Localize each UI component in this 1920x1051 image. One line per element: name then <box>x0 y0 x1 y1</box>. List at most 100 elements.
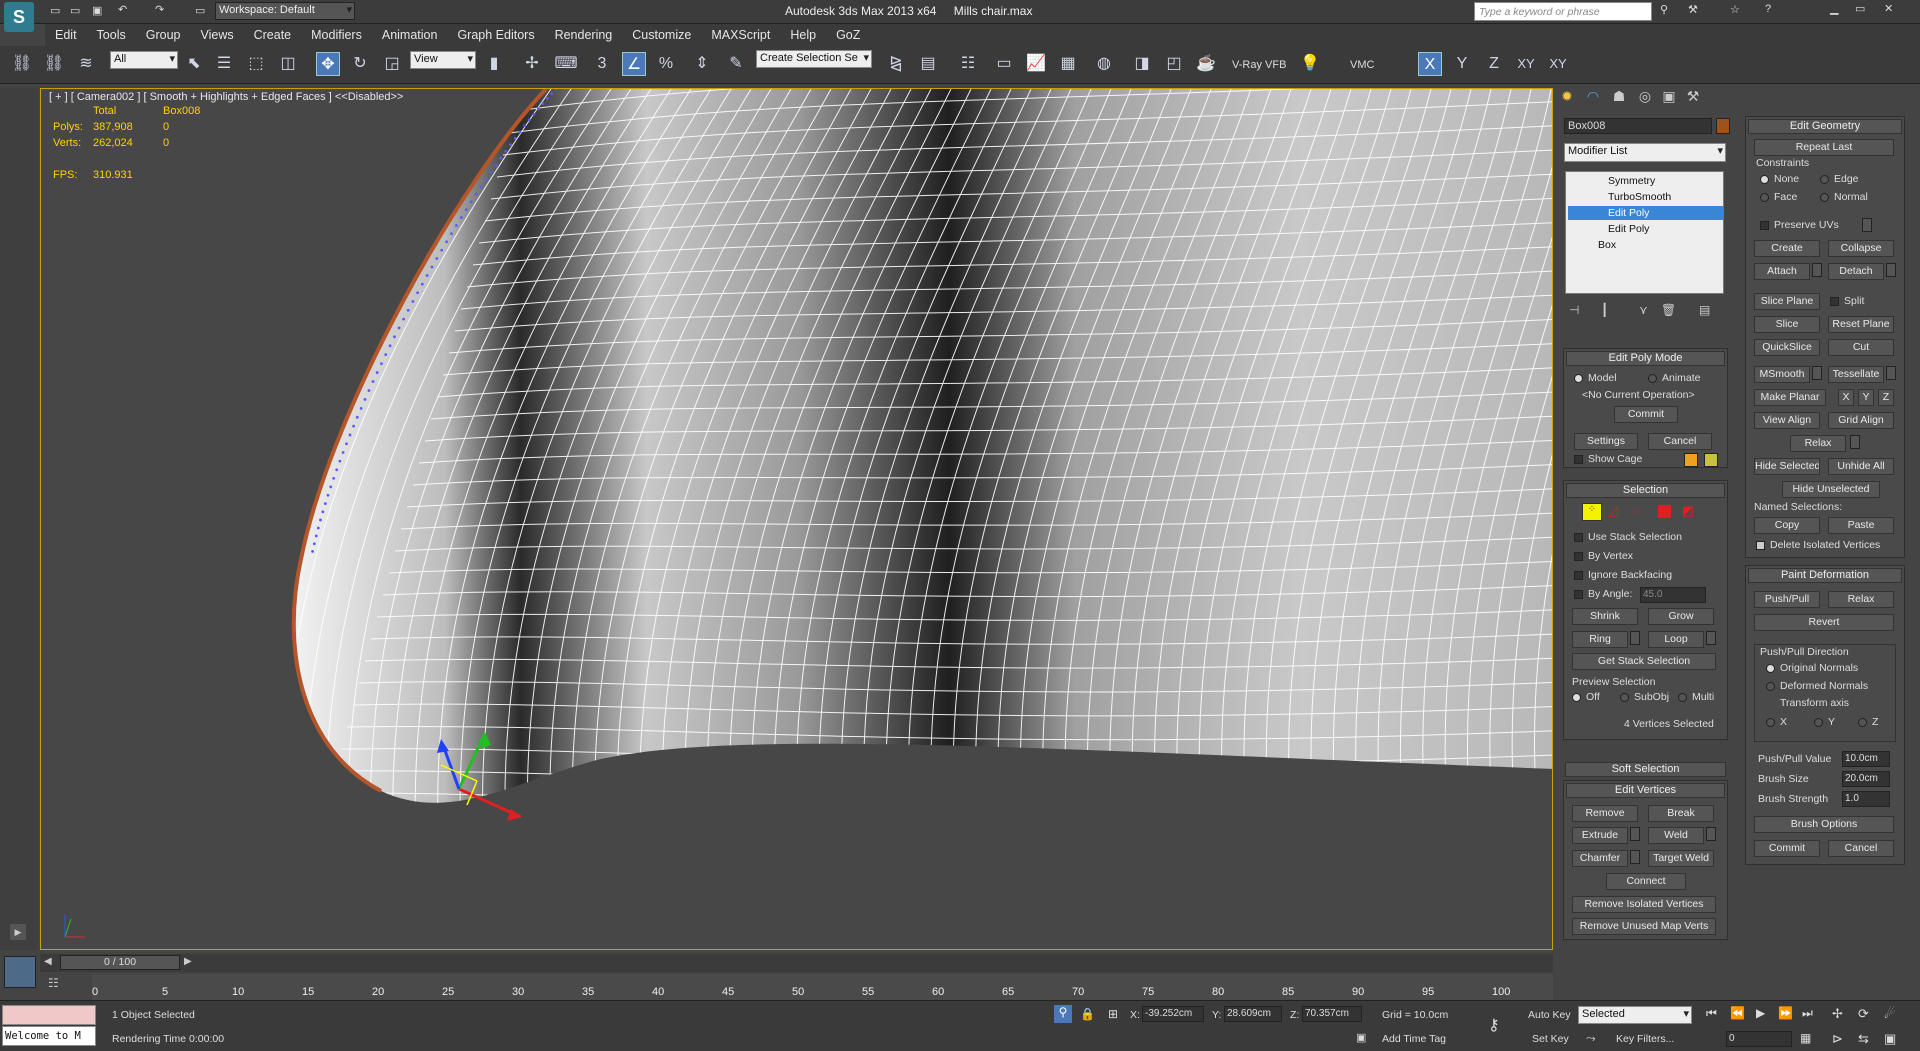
app-logo-icon[interactable]: S <box>4 2 34 32</box>
ignore-backfacing-checkbox[interactable] <box>1574 571 1583 580</box>
named-selection-dropdown[interactable]: Create Selection Se <box>756 50 872 68</box>
border-level-icon[interactable]: ◌ <box>1632 503 1650 521</box>
preview-subobj-radio[interactable] <box>1620 693 1629 702</box>
split-checkbox[interactable] <box>1830 297 1839 306</box>
remove-isolated-vertices-button[interactable]: Remove Isolated Vertices <box>1572 896 1716 913</box>
close-icon[interactable]: ✕ <box>1884 2 1893 15</box>
detach-settings-button[interactable] <box>1886 263 1896 277</box>
view-align-button[interactable]: View Align <box>1754 412 1820 429</box>
remove-unused-map-verts-button[interactable]: Remove Unused Map Verts <box>1572 918 1716 935</box>
brush-size-spinner[interactable]: 20.0cm <box>1842 771 1890 787</box>
hierarchy-tab-icon[interactable]: ☗ <box>1608 88 1630 108</box>
select-manipulate-icon[interactable]: ✢ <box>520 52 544 76</box>
planar-z-button[interactable]: Z <box>1878 389 1894 406</box>
revert-button[interactable]: Revert <box>1754 614 1894 631</box>
graphite-ribbon-icon[interactable]: ▭ <box>992 52 1016 76</box>
help-icon[interactable]: ? <box>1765 3 1771 15</box>
modify-tab-icon[interactable]: ◠ <box>1582 88 1604 108</box>
tessellate-settings-button[interactable] <box>1886 366 1896 380</box>
stack-item-edit-poly[interactable]: Edit Poly <box>1568 222 1723 236</box>
by-angle-checkbox[interactable] <box>1574 590 1583 599</box>
redo-icon[interactable]: ↷ <box>155 3 164 16</box>
use-stack-selection-checkbox[interactable] <box>1574 533 1583 542</box>
hide-selected-button[interactable]: Hide Selected <box>1754 458 1820 475</box>
maxscript-mini-listener[interactable]: Welcome to M <box>2 1026 96 1046</box>
viewport-camera[interactable]: [ + ] [ Camera002 ] [ Smooth + Highlight… <box>40 88 1553 950</box>
deformed-normals-radio[interactable] <box>1766 682 1775 691</box>
axis-constraint-xy[interactable]: XY <box>1514 52 1538 76</box>
menu-modifiers[interactable]: Modifiers <box>301 24 372 42</box>
select-by-name-icon[interactable]: ☰ <box>212 52 236 76</box>
planar-x-button[interactable]: X <box>1838 389 1854 406</box>
detach-button[interactable]: Detach <box>1828 263 1884 280</box>
paste-button[interactable]: Paste <box>1828 517 1894 534</box>
create-tab-icon[interactable]: ✹ <box>1556 88 1578 108</box>
commit-button[interactable]: Commit <box>1614 406 1678 423</box>
make-planar-button[interactable]: Make Planar <box>1754 389 1826 406</box>
shrink-button[interactable]: Shrink <box>1572 608 1638 625</box>
push-pull-value-spinner[interactable]: 10.0cm <box>1842 751 1890 767</box>
open-file-icon[interactable]: ▭ <box>70 4 80 17</box>
unlink-icon[interactable]: ⛓ <box>42 52 66 76</box>
connect-button[interactable]: Connect <box>1606 873 1686 890</box>
rotate-icon[interactable]: ↻ <box>348 52 372 76</box>
menu-customize[interactable]: Customize <box>622 24 701 42</box>
snap-toggle-icon[interactable]: 3 <box>590 52 614 76</box>
axis-y-radio[interactable] <box>1814 718 1823 727</box>
next-frame-icon[interactable]: ⏩ <box>1778 1006 1793 1020</box>
edit-named-selection-icon[interactable]: ✎ <box>724 52 748 76</box>
preserve-uvs-settings-button[interactable] <box>1862 218 1872 232</box>
polygon-level-icon[interactable] <box>1658 505 1671 518</box>
slice-button[interactable]: Slice <box>1754 316 1820 333</box>
axis-constraint-xy-cycle[interactable]: XY <box>1546 52 1570 76</box>
edge-level-icon[interactable]: ◿ <box>1608 503 1626 521</box>
weld-button[interactable]: Weld <box>1648 827 1704 844</box>
model-radio[interactable] <box>1574 374 1583 383</box>
workspace-dropdown[interactable]: Workspace: Default <box>215 2 355 20</box>
percent-snap-icon[interactable]: % <box>654 52 678 76</box>
light-bulb-icon[interactable]: 💡 <box>1298 52 1322 76</box>
edit-geometry-header[interactable]: Edit Geometry <box>1748 119 1902 134</box>
msmooth-settings-button[interactable] <box>1812 366 1822 380</box>
constraint-none-radio[interactable] <box>1760 175 1769 184</box>
goto-start-icon[interactable]: ⏮ <box>1706 1006 1717 1021</box>
mesh-render[interactable] <box>41 89 1553 950</box>
original-normals-radio[interactable] <box>1766 664 1775 673</box>
selection-filter-dropdown[interactable]: All <box>110 51 178 69</box>
modifier-list-dropdown[interactable]: Modifier List <box>1564 143 1726 162</box>
menu-maxscript[interactable]: MAXScript <box>701 24 780 42</box>
constraint-face-radio[interactable] <box>1760 193 1769 202</box>
loop-button[interactable]: Loop <box>1648 631 1704 648</box>
pivot-center-icon[interactable]: ▮ <box>482 52 506 76</box>
by-vertex-checkbox[interactable] <box>1574 552 1583 561</box>
show-end-result-icon[interactable]: ┃ <box>1601 303 1608 317</box>
menu-create[interactable]: Create <box>244 24 302 42</box>
menu-edit[interactable]: Edit <box>45 24 87 42</box>
maximize-viewport-icon[interactable]: ▣ <box>1884 1031 1896 1047</box>
paint-cancel-button[interactable]: Cancel <box>1828 840 1894 857</box>
brush-options-button[interactable]: Brush Options <box>1754 816 1894 833</box>
vray-vfb-button[interactable]: V-Ray VFB <box>1232 59 1286 71</box>
axis-constraint-z[interactable]: Z <box>1482 52 1506 76</box>
keyboard-shortcut-icon[interactable]: ⌨ <box>554 52 578 76</box>
axis-x-radio[interactable] <box>1766 718 1775 727</box>
axis-constraint-y[interactable]: Y <box>1450 52 1474 76</box>
walkthrough-icon[interactable]: ☄ <box>1884 1006 1896 1022</box>
collapse-button[interactable]: Collapse <box>1828 240 1894 257</box>
mini-listener[interactable] <box>4 956 36 988</box>
delete-isolated-vertices-checkbox[interactable] <box>1756 541 1765 550</box>
show-cage-checkbox[interactable] <box>1574 455 1583 464</box>
configure-sets-icon[interactable]: ▤ <box>1699 303 1710 317</box>
axis-z-radio[interactable] <box>1858 718 1867 727</box>
vertex-level-icon[interactable]: ⁘ <box>1582 503 1602 521</box>
stack-item-symmetry[interactable]: Symmetry <box>1568 174 1723 188</box>
extrude-button[interactable]: Extrude <box>1572 827 1628 844</box>
layer-manager-icon[interactable]: ☷ <box>956 52 980 76</box>
project-folder-icon[interactable]: ▭ <box>195 4 205 17</box>
menu-help[interactable]: Help <box>780 24 826 42</box>
key-filters-button[interactable]: Key Filters... <box>1616 1033 1674 1045</box>
target-weld-button[interactable]: Target Weld <box>1648 850 1714 867</box>
slice-plane-button[interactable]: Slice Plane <box>1754 293 1820 310</box>
render-setup-icon[interactable]: ◨ <box>1130 52 1154 76</box>
animate-radio[interactable] <box>1648 374 1657 383</box>
